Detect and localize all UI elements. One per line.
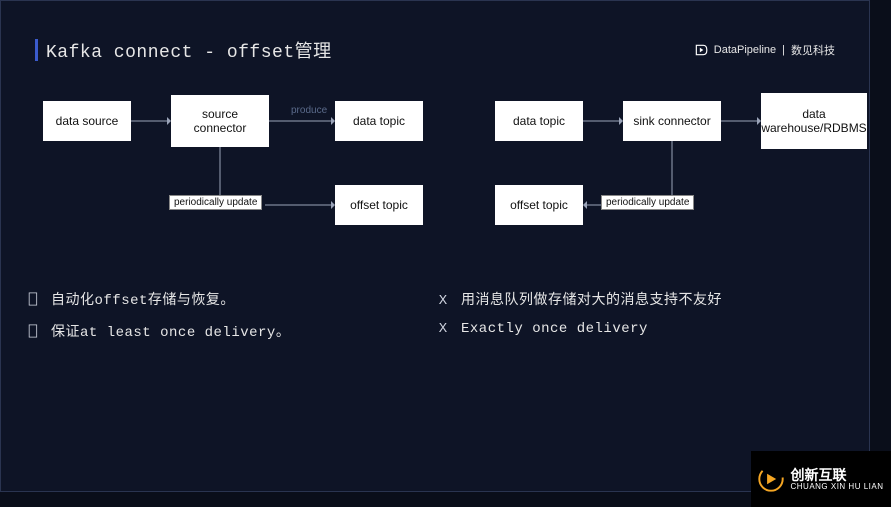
bullet-text: Exactly once delivery bbox=[461, 321, 648, 337]
bullet-text: 用消息队列做存储对大的消息支持不友好 bbox=[461, 289, 722, 309]
cons-column: X 用消息队列做存储对大的消息支持不友好 X Exactly once deli… bbox=[435, 289, 845, 353]
node-data-source: data source bbox=[43, 101, 131, 141]
node-data-topic-right: data topic bbox=[495, 101, 583, 141]
bullet-marker-icon: ⎕ bbox=[25, 292, 41, 309]
datapipeline-logo-icon bbox=[694, 43, 708, 57]
node-sink-connector: sink connector bbox=[623, 101, 721, 141]
watermark-sub: CHUANG XIN HU LIAN bbox=[790, 482, 883, 491]
node-offset-topic-right: offset topic bbox=[495, 185, 583, 225]
watermark-badge: 创新互联 CHUANG XIN HU LIAN bbox=[751, 451, 891, 507]
list-item: X Exactly once delivery bbox=[435, 321, 845, 337]
bullet-marker-icon: ⎕ bbox=[25, 324, 41, 341]
node-data-topic-left: data topic bbox=[335, 101, 423, 141]
pros-column: ⎕ 自动化offset存储与恢复。 ⎕ 保证at least once deli… bbox=[25, 289, 435, 353]
header-divider: | bbox=[782, 44, 785, 56]
bullet-marker-icon: X bbox=[435, 321, 451, 337]
list-item: ⎕ 保证at least once delivery。 bbox=[25, 321, 435, 341]
bullet-text: 自动化offset存储与恢复。 bbox=[51, 289, 235, 309]
node-data-warehouse: data warehouse/RDBMS bbox=[761, 93, 867, 149]
bullet-marker-icon: X bbox=[435, 293, 451, 309]
node-source-connector: source connector bbox=[171, 95, 269, 147]
watermark-logo-icon bbox=[758, 466, 784, 492]
header-company-text: 数见科技 bbox=[791, 42, 835, 58]
bullet-text: 保证at least once delivery。 bbox=[51, 321, 290, 341]
source-flow-diagram: data source source connector data topic … bbox=[43, 89, 423, 229]
edge-label-periodically-update-left: periodically update bbox=[169, 195, 262, 210]
list-item: ⎕ 自动化offset存储与恢复。 bbox=[25, 289, 435, 309]
page-title: Kafka connect - offset管理 bbox=[46, 37, 332, 63]
node-offset-topic-left: offset topic bbox=[335, 185, 423, 225]
watermark-brand: 创新互联 bbox=[790, 468, 883, 482]
header-brand-text: DataPipeline bbox=[714, 44, 776, 56]
header-branding: DataPipeline | 数见科技 bbox=[694, 42, 835, 58]
list-item: X 用消息队列做存储对大的消息支持不友好 bbox=[435, 289, 845, 309]
title-accent-bar bbox=[35, 39, 38, 61]
edge-label-produce: produce bbox=[291, 105, 327, 116]
sink-flow-diagram: data topic sink connector data warehouse… bbox=[495, 89, 875, 229]
edge-label-periodically-update-right: periodically update bbox=[601, 195, 694, 210]
